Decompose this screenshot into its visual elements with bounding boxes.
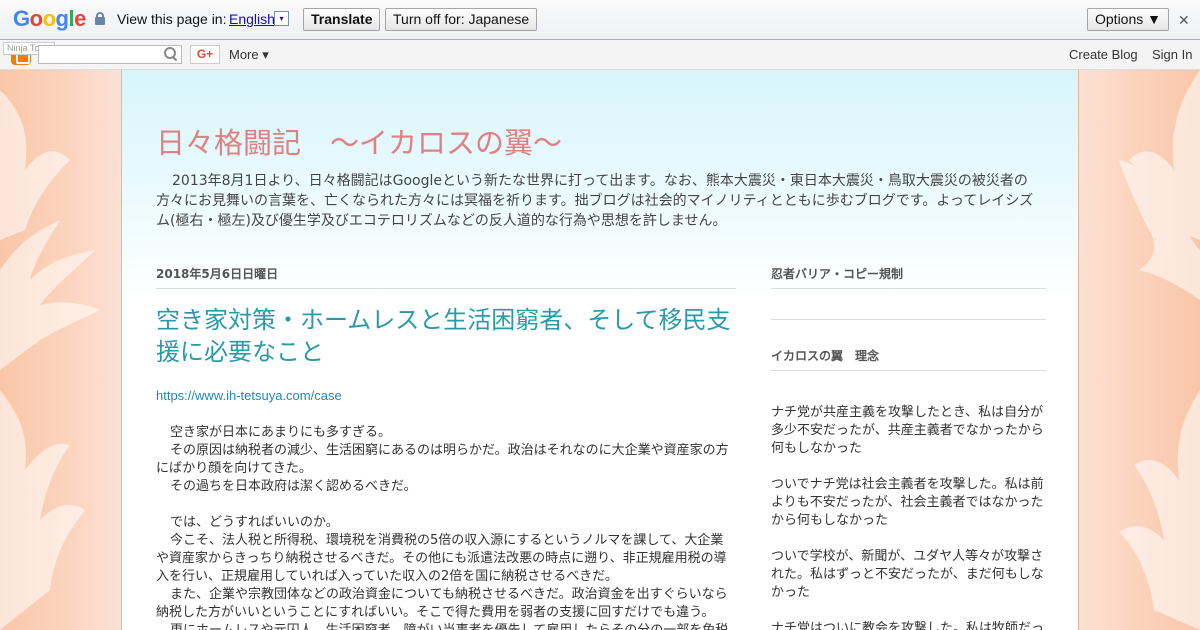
post-paragraph: 空き家が日本にあまりにも多すぎる。 bbox=[170, 425, 392, 440]
blog-search-input[interactable] bbox=[38, 45, 182, 64]
blog-title[interactable]: 日々格闘記 ～イカロスの翼～ bbox=[156, 120, 562, 162]
divider bbox=[771, 370, 1046, 371]
left-decoration bbox=[0, 70, 121, 630]
post-body: 空き家が日本にあまりにも多すぎる。 その原因は納税者の減少、生活困窮にあるのは明… bbox=[156, 424, 736, 630]
google-logo: Google bbox=[13, 6, 86, 32]
create-blog-link[interactable]: Create Blog bbox=[1069, 47, 1138, 62]
language-select[interactable]: English bbox=[229, 11, 275, 27]
close-icon[interactable]: ✕ bbox=[1178, 12, 1190, 29]
sidebar-line: ついでナチ党は社会主義者を攻撃した。私は前よりも不安だったが、社会主義者ではなか… bbox=[771, 477, 1044, 528]
language-dropdown-icon[interactable]: ▾ bbox=[274, 11, 289, 26]
post-paragraph: 今こそ、法人税と所得税、環境税を消費税の5倍の収入源にするというノルマを課して、… bbox=[156, 533, 727, 584]
sidebar-widget-title: 忍者バリア・コピー規制 bbox=[771, 267, 904, 281]
sidebar-text: ナチ党が共産主義を攻撃したとき、私は自分が多少不安だったが、共産主義者でなかった… bbox=[771, 404, 1049, 630]
right-decoration bbox=[1079, 70, 1200, 630]
post-paragraph: 更にホームレスや元囚人、生活困窮者、障がい当事者を優先して雇用したらその分の一部… bbox=[156, 622, 736, 630]
gplus-button[interactable]: G+ bbox=[190, 45, 220, 64]
sidebar-line: ナチ党が共産主義を攻撃したとき、私は自分が多少不安だったが、共産主義者でなかった… bbox=[771, 405, 1044, 456]
post-paragraph: また、企業や宗教団体などの政治資金についても納税させるべきだ。政治資金を出すぐら… bbox=[156, 587, 728, 620]
more-menu[interactable]: More ▾ bbox=[229, 47, 269, 63]
options-button[interactable]: Options ▼ bbox=[1087, 8, 1169, 31]
post-title[interactable]: 空き家対策・ホームレスと生活困窮者、そして移民支援に必要なこと bbox=[156, 304, 736, 368]
post-link[interactable]: https://www.ih-tetsuya.com/case bbox=[156, 388, 342, 403]
post-date: 2018年5月6日日曜日 bbox=[156, 267, 279, 281]
view-page-label: View this page in: bbox=[117, 11, 227, 27]
post-paragraph: その原因は納税者の減少、生活困窮にあるのは明らかだ。政治はそれなのに大企業や資産… bbox=[156, 443, 729, 476]
sidebar-widget-title: イカロスの翼 理念 bbox=[771, 349, 880, 363]
post-paragraph: では、どうすればいいのか。 bbox=[170, 515, 339, 530]
google-logo-letter: o bbox=[42, 6, 56, 31]
sidebar-line: ついで学校が、新聞が、ユダヤ人等々が攻撃された。私はずっと不安だったが、まだ何も… bbox=[771, 549, 1044, 600]
google-logo-letter: g bbox=[55, 6, 69, 31]
divider bbox=[771, 288, 1046, 289]
search-icon[interactable] bbox=[164, 47, 176, 59]
translate-bar: Google View this page in: English ▾ Tran… bbox=[0, 0, 1200, 40]
blogger-navbar: Ninja Tools G+ More ▾ Create Blog Sign I… bbox=[0, 40, 1200, 70]
divider bbox=[771, 319, 1046, 320]
bird-silhouette-icon bbox=[0, 90, 100, 630]
lock-icon bbox=[95, 12, 105, 25]
blog-main: 日々格闘記 ～イカロスの翼～ 2013年8月1日より、日々格闘記はGoogleと… bbox=[121, 70, 1079, 630]
google-logo-letter: e bbox=[74, 6, 86, 31]
sidebar-line: ナチ党はついに教会を攻撃した。私は牧師だっ bbox=[771, 621, 1045, 630]
bird-silhouette-icon bbox=[1119, 70, 1200, 630]
google-logo-letter: o bbox=[29, 6, 43, 31]
sign-in-link[interactable]: Sign In bbox=[1152, 47, 1192, 62]
divider bbox=[156, 288, 736, 289]
blog-description: 2013年8月1日より、日々格闘記はGoogleという新たな世界に打って出ます。… bbox=[156, 173, 1034, 229]
post-paragraph: その過ちを日本政府は潔く認めるべきだ。 bbox=[170, 479, 417, 494]
turn-off-button[interactable]: Turn off for: Japanese bbox=[385, 8, 538, 31]
translate-button[interactable]: Translate bbox=[303, 8, 381, 31]
google-logo-letter: G bbox=[13, 6, 30, 31]
